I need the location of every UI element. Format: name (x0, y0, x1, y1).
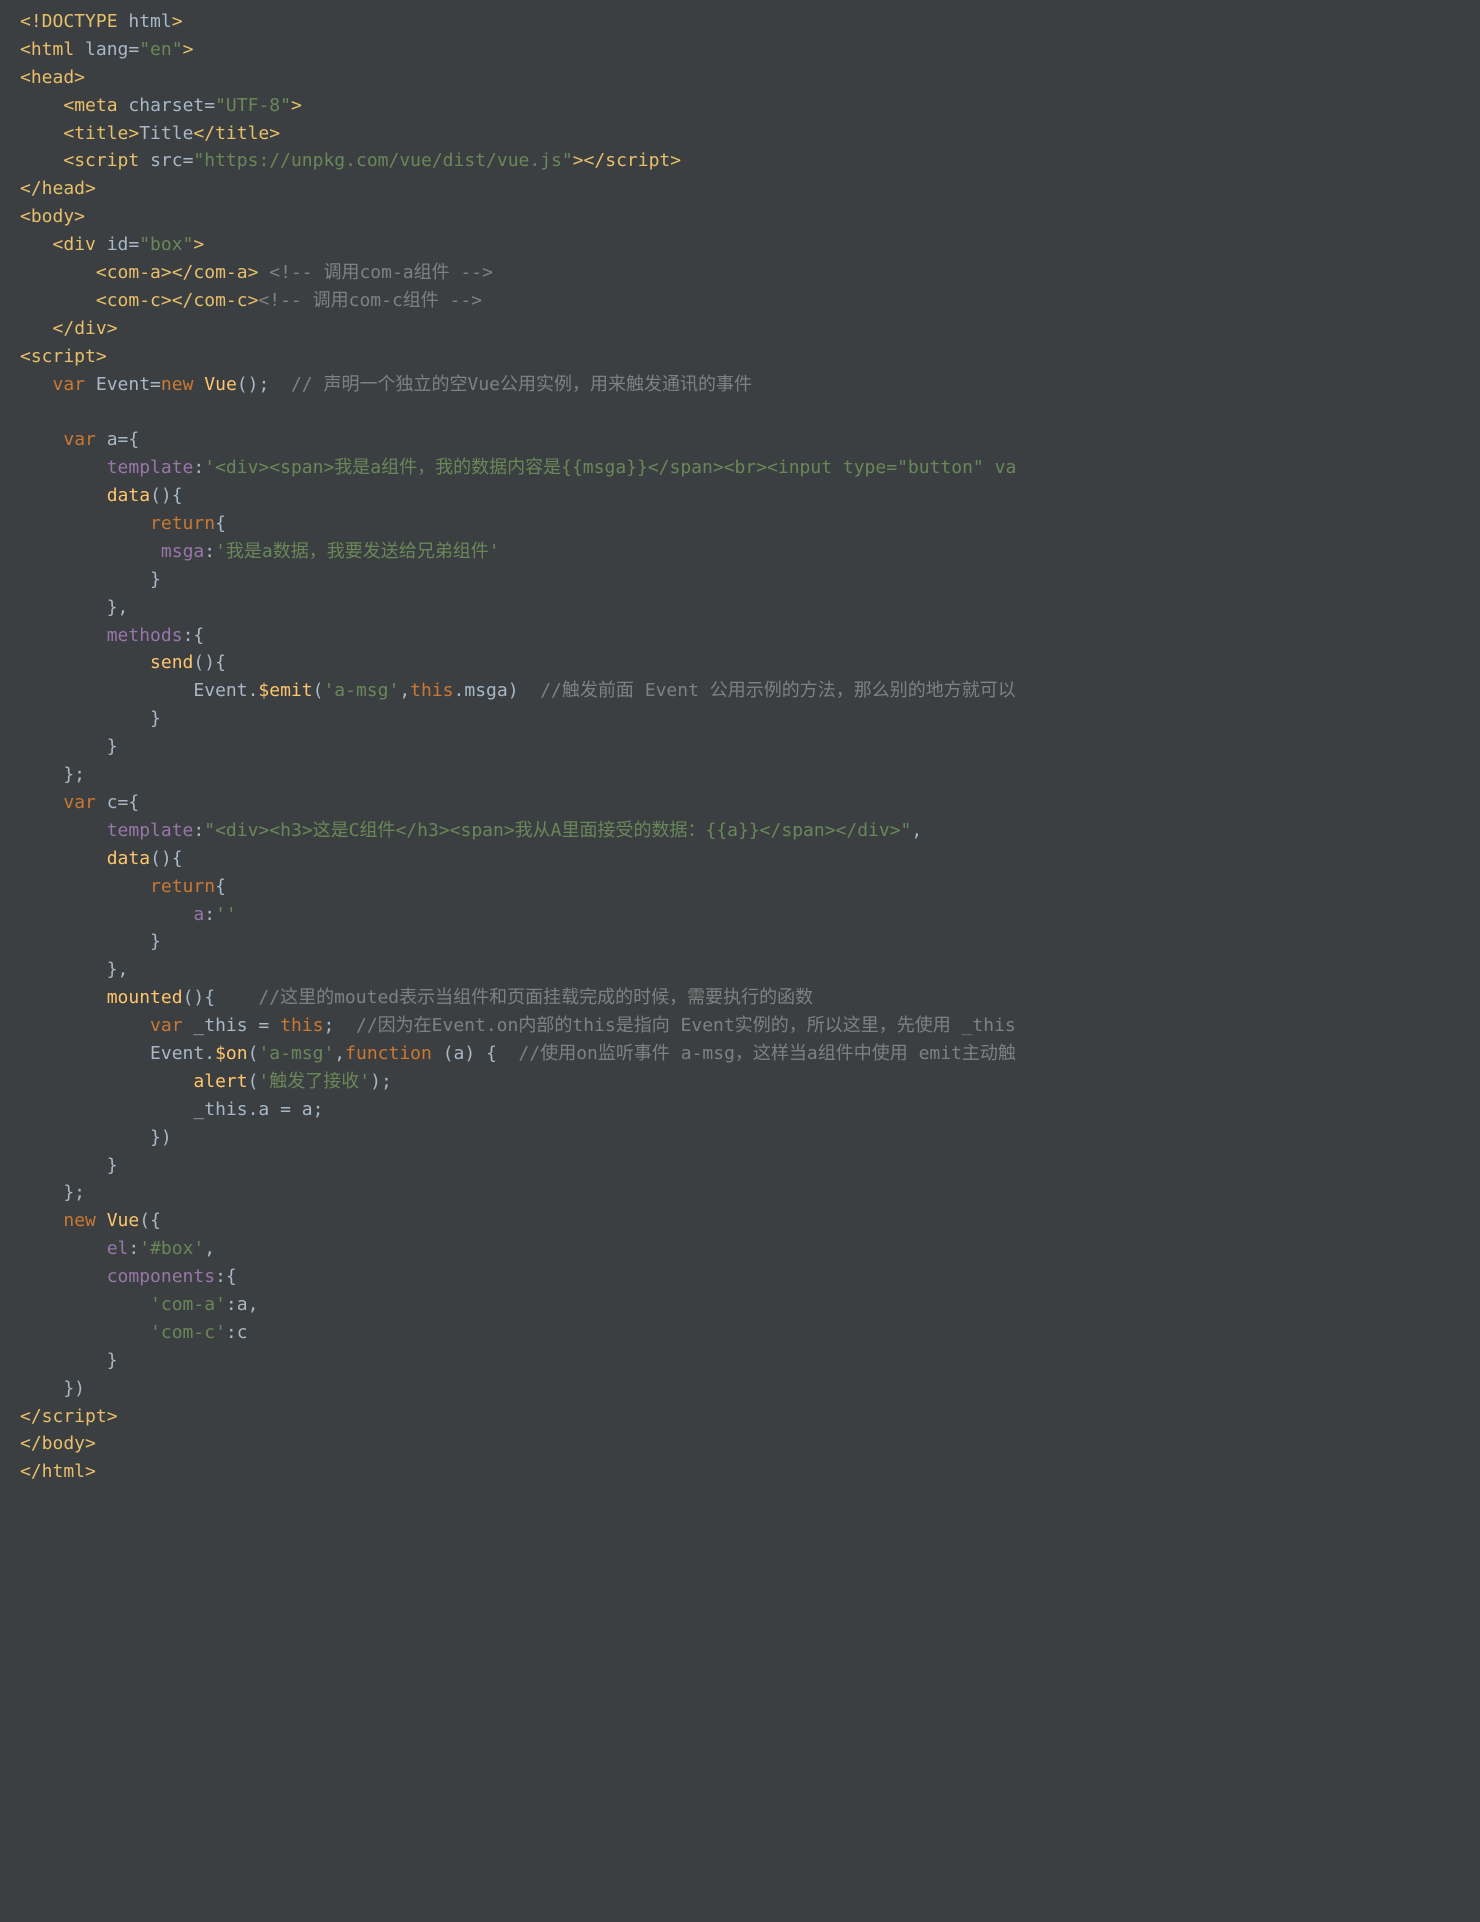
code-line: <title>Title</title> (20, 120, 1460, 148)
code-line: }; (20, 1179, 1460, 1207)
code-line: <div id="box"> (20, 231, 1460, 259)
code-line: </html> (20, 1458, 1460, 1486)
code-line: components:{ (20, 1263, 1460, 1291)
code-line: <html lang="en"> (20, 36, 1460, 64)
code-line: var Event=new Vue(); // 声明一个独立的空Vue公用实例，… (20, 371, 1460, 399)
code-line: } (20, 928, 1460, 956)
code-line: var a={ (20, 426, 1460, 454)
code-line: } (20, 1152, 1460, 1180)
code-line: mounted(){ //这里的mouted表示当组件和页面挂载完成的时候，需要… (20, 984, 1460, 1012)
code-line: return{ (20, 873, 1460, 901)
code-line: _this.a = a; (20, 1096, 1460, 1124)
code-line: template:'<div><span>我是a组件，我的数据内容是{{msga… (20, 454, 1460, 482)
code-line: <script src="https://unpkg.com/vue/dist/… (20, 147, 1460, 175)
code-line: return{ (20, 510, 1460, 538)
code-line: <com-a></com-a> <!-- 调用com-a组件 --> (20, 259, 1460, 287)
code-line: el:'#box', (20, 1235, 1460, 1263)
code-line: 'com-a':a, (20, 1291, 1460, 1319)
code-line: send(){ (20, 649, 1460, 677)
code-line: }, (20, 594, 1460, 622)
code-line (20, 398, 1460, 426)
code-line: } (20, 566, 1460, 594)
code-line: </head> (20, 175, 1460, 203)
code-line: <com-c></com-c><!-- 调用com-c组件 --> (20, 287, 1460, 315)
code-line: <!DOCTYPE html> (20, 8, 1460, 36)
code-line: a:'' (20, 901, 1460, 929)
code-line: 'com-c':c (20, 1319, 1460, 1347)
code-line: Event.$on('a-msg',function (a) { //使用on监… (20, 1040, 1460, 1068)
code-line: msga:'我是a数据，我要发送给兄弟组件' (20, 538, 1460, 566)
code-line: </div> (20, 315, 1460, 343)
code-line: new Vue({ (20, 1207, 1460, 1235)
code-line: data(){ (20, 845, 1460, 873)
code-block: <!DOCTYPE html><html lang="en"><head> <m… (0, 0, 1480, 1526)
code-line: </script> (20, 1403, 1460, 1431)
code-line: } (20, 733, 1460, 761)
code-line: }, (20, 956, 1460, 984)
code-line: }; (20, 761, 1460, 789)
code-line: } (20, 1347, 1460, 1375)
code-line: methods:{ (20, 622, 1460, 650)
code-line: <body> (20, 203, 1460, 231)
code-line: }) (20, 1375, 1460, 1403)
code-line: </body> (20, 1430, 1460, 1458)
code-line: }) (20, 1124, 1460, 1152)
code-line: template:"<div><h3>这是C组件</h3><span>我从A里面… (20, 817, 1460, 845)
code-line: var _this = this; //因为在Event.on内部的this是指… (20, 1012, 1460, 1040)
code-line: var c={ (20, 789, 1460, 817)
code-line: } (20, 705, 1460, 733)
code-line: alert('触发了接收'); (20, 1068, 1460, 1096)
code-line: <script> (20, 343, 1460, 371)
code-line: Event.$emit('a-msg',this.msga) //触发前面 Ev… (20, 677, 1460, 705)
code-line: <meta charset="UTF-8"> (20, 92, 1460, 120)
code-line: data(){ (20, 482, 1460, 510)
code-line: <head> (20, 64, 1460, 92)
